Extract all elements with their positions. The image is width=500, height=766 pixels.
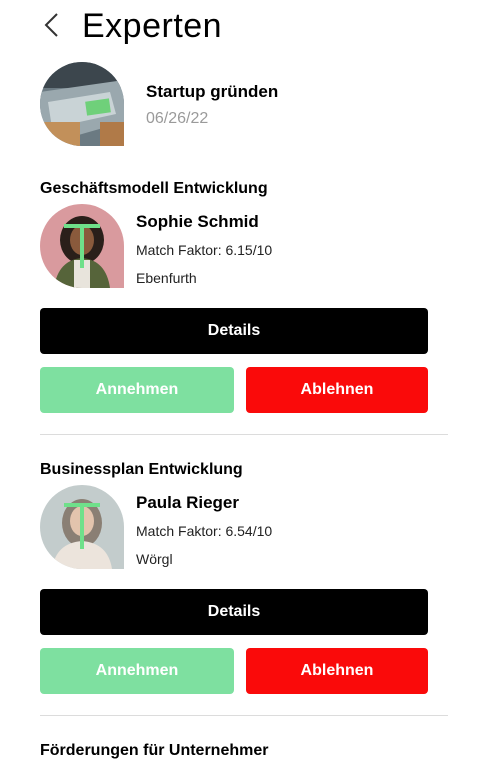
reject-button[interactable]: Ablehnen	[246, 648, 428, 694]
details-button[interactable]: Details	[40, 308, 428, 354]
project-card[interactable]: Startup gründen 06/26/22	[40, 62, 460, 148]
expert-section: Förderungen für Unternehmer	[40, 742, 460, 766]
section-title: Businessplan Entwicklung	[40, 461, 243, 478]
expert-section: Geschäftsmodell Entwicklung Sophie Schmi…	[40, 180, 460, 420]
header: Experten	[0, 0, 500, 56]
accept-button[interactable]: Annehmen	[40, 367, 234, 413]
expert-name: Sophie Schmid	[136, 212, 259, 231]
details-button[interactable]: Details	[40, 589, 428, 635]
project-title: Startup gründen	[146, 82, 279, 101]
expert-name: Paula Rieger	[136, 493, 239, 512]
divider	[40, 715, 448, 716]
match-factor: Match Faktor: 6.54/10	[136, 523, 273, 539]
match-factor: Match Faktor: 6.15/10	[136, 242, 273, 258]
avatar[interactable]	[40, 204, 124, 288]
reject-button[interactable]: Ablehnen	[246, 367, 428, 413]
project-date: 06/26/22	[146, 110, 209, 127]
back-button[interactable]	[40, 8, 70, 42]
page-title: Experten	[82, 7, 223, 45]
expert-section: Businessplan Entwicklung Paula Rieger Ma…	[40, 461, 460, 701]
chevron-left-icon	[44, 13, 58, 37]
section-title: Förderungen für Unternehmer	[40, 742, 269, 759]
divider	[40, 434, 448, 435]
expert-location: Wörgl	[136, 551, 173, 567]
avatar[interactable]	[40, 485, 124, 569]
accept-button[interactable]: Annehmen	[40, 648, 234, 694]
expert-location: Ebenfurth	[136, 270, 197, 286]
section-title: Geschäftsmodell Entwicklung	[40, 180, 268, 197]
project-image	[40, 62, 124, 146]
